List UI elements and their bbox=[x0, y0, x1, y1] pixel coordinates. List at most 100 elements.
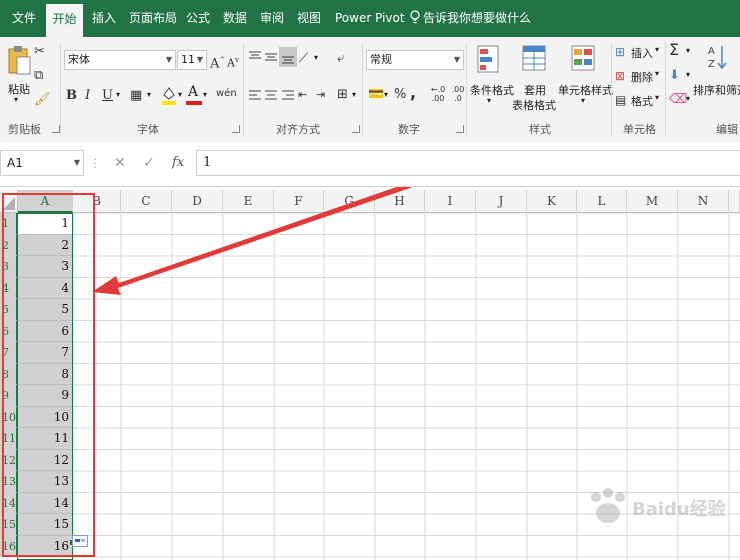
paste-button[interactable]: 粘贴 ▾ bbox=[6, 45, 32, 105]
enter-button[interactable]: ✓ bbox=[143, 154, 155, 172]
cell-a7[interactable]: 7 bbox=[18, 342, 72, 364]
font-color-button[interactable]: A bbox=[186, 84, 202, 106]
column-header-g[interactable]: G bbox=[324, 190, 375, 213]
row-header-4[interactable]: 4 bbox=[0, 277, 18, 299]
align-bottom-icon[interactable] bbox=[279, 47, 297, 67]
tab-insert[interactable]: 插入 bbox=[92, 0, 116, 37]
copy-icon[interactable]: ⧉ bbox=[34, 67, 43, 85]
tab-file[interactable]: 文件 bbox=[12, 0, 36, 37]
cell-a4[interactable]: 4 bbox=[18, 277, 72, 299]
column-header-j[interactable]: J bbox=[476, 190, 527, 213]
currency-icon[interactable]: 💳 bbox=[368, 86, 384, 104]
wrap-text-icon[interactable]: ⤶ bbox=[337, 50, 344, 68]
underline-button[interactable]: U bbox=[102, 87, 113, 105]
cell-a2[interactable]: 2 bbox=[18, 234, 72, 256]
autosum-button[interactable]: Σ bbox=[669, 41, 679, 59]
percent-button[interactable]: % bbox=[394, 86, 406, 104]
cell-a13[interactable]: 13 bbox=[18, 471, 72, 493]
row-header-6[interactable]: 6 bbox=[0, 320, 18, 342]
row-header-1[interactable]: 1 bbox=[0, 213, 18, 235]
select-all-corner[interactable] bbox=[0, 190, 18, 213]
comma-button[interactable]: , bbox=[410, 84, 416, 102]
font-name-select[interactable]: 宋体 ▼ bbox=[64, 50, 176, 70]
align-middle-icon[interactable] bbox=[264, 51, 278, 66]
column-header-b[interactable]: B bbox=[73, 190, 121, 213]
decrease-decimal-button[interactable]: .00.0 bbox=[450, 85, 466, 103]
delete-cells-button[interactable]: ⊠ 删除 ▾ bbox=[615, 67, 665, 87]
fill-down-icon[interactable]: ⬇ bbox=[669, 67, 680, 85]
align-top-icon[interactable] bbox=[248, 51, 262, 66]
align-left-icon[interactable] bbox=[248, 89, 262, 104]
row-header-13[interactable]: 13 bbox=[0, 471, 18, 493]
sort-filter-button[interactable]: A Z 排序和筛选 bbox=[693, 43, 740, 113]
font-launcher-icon[interactable] bbox=[232, 125, 240, 133]
row-header-7[interactable]: 7 bbox=[0, 342, 18, 364]
borders-icon[interactable]: ▦ bbox=[130, 87, 142, 105]
format-painter-icon[interactable]: 🖌 bbox=[34, 91, 51, 109]
tab-formulas[interactable]: 公式 bbox=[186, 0, 210, 37]
row-header-5[interactable]: 5 bbox=[0, 299, 18, 321]
row-header-3[interactable]: 3 bbox=[0, 256, 18, 278]
cell-a8[interactable]: 8 bbox=[18, 363, 72, 385]
tab-view[interactable]: 视图 bbox=[297, 0, 321, 37]
grow-font-button[interactable]: A^ bbox=[210, 51, 225, 73]
formula-input[interactable]: 1 bbox=[196, 150, 740, 176]
row-header-14[interactable]: 14 bbox=[0, 492, 18, 514]
row-header-8[interactable]: 8 bbox=[0, 363, 18, 385]
row-header-10[interactable]: 10 bbox=[0, 406, 18, 428]
tab-home[interactable]: 开始 bbox=[46, 4, 83, 37]
format-cells-button[interactable]: ▤ 格式 ▾ bbox=[615, 91, 665, 111]
insert-cells-button[interactable]: ⊞ 插入 ▾ bbox=[615, 43, 665, 63]
row-header-9[interactable]: 9 bbox=[0, 385, 18, 407]
clear-eraser-icon[interactable]: ⌫ bbox=[669, 91, 687, 109]
column-header-m[interactable]: M bbox=[627, 190, 678, 213]
increase-indent-icon[interactable]: ⇥ bbox=[316, 86, 325, 104]
bold-button[interactable]: B bbox=[66, 87, 77, 105]
column-header-a[interactable]: A bbox=[18, 190, 73, 213]
cell-a11[interactable]: 11 bbox=[18, 428, 72, 450]
cell-a1[interactable]: 1 bbox=[18, 213, 72, 235]
cell-a15[interactable]: 15 bbox=[18, 514, 72, 536]
column-header-l[interactable]: L bbox=[577, 190, 627, 213]
column-header-f[interactable]: F bbox=[274, 190, 324, 213]
fill-color-icon[interactable] bbox=[161, 85, 177, 105]
quick-analysis-icon[interactable] bbox=[72, 535, 88, 547]
cancel-button[interactable]: ✕ bbox=[114, 154, 126, 172]
insert-function-button[interactable]: fx bbox=[172, 154, 184, 172]
phonetic-guide-icon[interactable]: wén bbox=[216, 85, 237, 103]
column-header-n[interactable]: N bbox=[678, 190, 729, 213]
tab-page-layout[interactable]: 页面布局 bbox=[129, 0, 177, 37]
cell-a5[interactable]: 5 bbox=[18, 299, 72, 321]
align-right-icon[interactable] bbox=[281, 89, 295, 104]
row-header-12[interactable]: 12 bbox=[0, 449, 18, 471]
number-launcher-icon[interactable] bbox=[456, 125, 464, 133]
cell-a14[interactable]: 14 bbox=[18, 492, 72, 514]
decrease-indent-icon[interactable]: ⇤ bbox=[298, 86, 307, 104]
cell-a3[interactable]: 3 bbox=[18, 256, 72, 278]
cell-styles-button[interactable]: 单元格样式 ▾ bbox=[558, 45, 613, 115]
column-header-d[interactable]: D bbox=[172, 190, 223, 213]
tell-me-search[interactable]: 告诉我你想要做什么 bbox=[410, 0, 531, 37]
column-header-c[interactable]: C bbox=[121, 190, 172, 213]
cell-a12[interactable]: 12 bbox=[18, 449, 72, 471]
conditional-formatting-button[interactable]: 条件格式 ▾ bbox=[470, 45, 514, 115]
cut-icon[interactable]: ✂ bbox=[34, 43, 45, 61]
italic-button[interactable]: I bbox=[85, 87, 90, 105]
orientation-icon[interactable]: ⟋ bbox=[299, 50, 308, 68]
format-as-table-button[interactable]: 套用 表格格式 bbox=[512, 45, 558, 115]
cell-a16[interactable]: 16 bbox=[18, 535, 72, 557]
tab-power-pivot[interactable]: Power Pivot bbox=[335, 0, 405, 37]
worksheet-grid[interactable]: ABCDEFGHIJKLMN 1 2 3 4 5 6 7 8 9 10 11 12 13 14 15 16 1… bbox=[0, 187, 740, 560]
column-header-h[interactable]: H bbox=[375, 190, 425, 213]
row-header-2[interactable]: 2 bbox=[0, 234, 18, 256]
name-box[interactable]: A1 ▼ bbox=[0, 150, 84, 176]
clipboard-launcher-icon[interactable] bbox=[52, 125, 60, 133]
align-center-icon[interactable] bbox=[264, 89, 278, 104]
row-header-15[interactable]: 15 bbox=[0, 514, 18, 536]
column-header-k[interactable]: K bbox=[527, 190, 577, 213]
merge-center-icon[interactable]: ⊞ bbox=[337, 86, 348, 104]
tab-review[interactable]: 审阅 bbox=[260, 0, 284, 37]
column-header-e[interactable]: E bbox=[223, 190, 274, 213]
tab-data[interactable]: 数据 bbox=[223, 0, 247, 37]
cell-a6[interactable]: 6 bbox=[18, 320, 72, 342]
